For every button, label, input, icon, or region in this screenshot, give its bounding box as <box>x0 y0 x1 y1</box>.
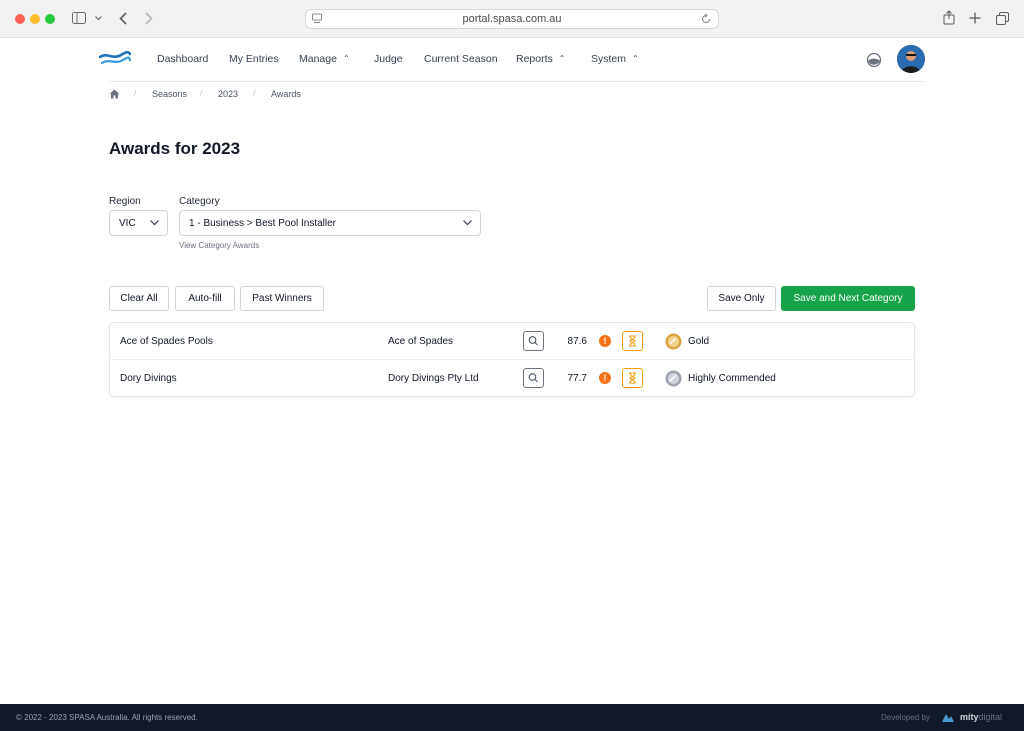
category-select[interactable]: 1 - Business > Best Pool Installer <box>179 210 481 236</box>
footer-developed-by: Developed by <box>881 713 930 722</box>
breadcrumb-separator: / <box>134 88 137 98</box>
pending-judging-button[interactable] <box>622 368 643 388</box>
spasa-logo-icon[interactable] <box>99 51 131 67</box>
award-level[interactable]: Highly Commended <box>688 373 776 384</box>
hourglass-icon <box>629 335 636 347</box>
clear-all-button[interactable]: Clear All <box>109 286 169 311</box>
breadcrumb-separator: / <box>253 88 256 98</box>
minimize-window-button[interactable] <box>30 14 40 24</box>
view-entry-button[interactable] <box>523 368 544 388</box>
warning-icon[interactable]: ! <box>599 372 611 384</box>
share-icon[interactable] <box>943 10 955 25</box>
breadcrumb-awards: Awards <box>271 89 301 99</box>
pending-judging-button[interactable] <box>622 331 643 351</box>
browser-toolbar: portal.spasa.com.au <box>0 0 1024 38</box>
save-only-button[interactable]: Save Only <box>707 286 776 311</box>
view-category-awards-link[interactable]: View Category Awards <box>179 241 259 250</box>
sidebar-toggle-icon[interactable] <box>72 12 86 24</box>
brand-sub: digital <box>978 712 1003 722</box>
breadcrumb-separator: / <box>200 88 203 98</box>
entry-company: Dory Divings Pty Ltd <box>388 373 479 384</box>
view-entry-button[interactable] <box>523 331 544 351</box>
nav-system-label: System <box>591 53 627 65</box>
awards-table: Ace of Spades Pools Ace of Spades 87.6 !… <box>109 322 915 397</box>
nav-current-season[interactable]: Current Season <box>424 53 498 65</box>
footer-brand[interactable]: mitydigital <box>960 712 1002 722</box>
auto-fill-button[interactable]: Auto-fill <box>175 286 235 311</box>
save-and-next-category-button[interactable]: Save and Next Category <box>781 286 915 311</box>
table-row: Dory Divings Dory Divings Pty Ltd 77.7 !… <box>110 360 914 397</box>
nav-my-entries[interactable]: My Entries <box>229 53 279 65</box>
entry-name: Dory Divings <box>120 373 177 384</box>
chevron-up-icon: ⌃ <box>558 54 566 63</box>
theme-toggle-icon[interactable] <box>866 52 882 68</box>
new-tab-icon[interactable] <box>969 12 981 24</box>
nav-manage[interactable]: Manage ⌃ <box>299 53 350 65</box>
region-select[interactable]: VIC <box>109 210 168 236</box>
main-navigation: Dashboard My Entries Manage ⌃ Judge Curre… <box>0 38 1024 82</box>
region-value: VIC <box>119 218 136 229</box>
address-bar[interactable]: portal.spasa.com.au <box>305 9 719 29</box>
award-level[interactable]: Gold <box>688 336 709 347</box>
entry-score: 87.6 <box>567 336 587 347</box>
region-label: Region <box>109 196 141 207</box>
page-title: Awards for 2023 <box>109 139 241 158</box>
tab-overview-icon[interactable] <box>996 12 1009 25</box>
back-icon[interactable] <box>119 12 127 25</box>
past-winners-button[interactable]: Past Winners <box>240 286 324 311</box>
user-avatar[interactable] <box>897 45 925 73</box>
search-icon <box>528 373 538 383</box>
url-text: portal.spasa.com.au <box>462 13 562 25</box>
search-icon <box>528 336 538 346</box>
breadcrumb-2023[interactable]: 2023 <box>218 89 238 99</box>
breadcrumb-seasons[interactable]: Seasons <box>152 89 187 99</box>
nav-system[interactable]: System ⌃ <box>591 53 639 65</box>
home-icon[interactable] <box>109 89 120 99</box>
entry-name: Ace of Spades Pools <box>120 336 213 347</box>
nav-manage-label: Manage <box>299 53 337 65</box>
forward-icon[interactable] <box>145 12 153 25</box>
zoom-window-button[interactable] <box>45 14 55 24</box>
nav-judge[interactable]: Judge <box>374 53 403 65</box>
category-label: Category <box>179 196 220 207</box>
warning-icon[interactable]: ! <box>599 335 611 347</box>
footer: © 2022 - 2023 SPASA Australia. All right… <box>0 704 1024 731</box>
nav-dashboard[interactable]: Dashboard <box>157 53 208 65</box>
chevron-down-icon <box>150 220 159 226</box>
nav-reports[interactable]: Reports ⌃ <box>516 53 565 65</box>
chevron-up-icon: ⌃ <box>632 54 639 63</box>
footer-copyright: © 2022 - 2023 SPASA Australia. All right… <box>16 713 198 722</box>
chevron-down-icon <box>463 220 472 226</box>
nav-reports-label: Reports <box>516 53 553 65</box>
close-window-button[interactable] <box>15 14 25 24</box>
table-row: Ace of Spades Pools Ace of Spades 87.6 !… <box>110 323 914 360</box>
reload-icon[interactable] <box>700 13 712 25</box>
mity-digital-logo-icon[interactable] <box>942 712 954 722</box>
hourglass-icon <box>629 372 636 384</box>
brand-main: mity <box>960 712 979 722</box>
chevron-up-icon: ⌃ <box>342 54 350 63</box>
entry-score: 77.7 <box>567 373 587 384</box>
entry-company: Ace of Spades <box>388 336 454 347</box>
category-value: 1 - Business > Best Pool Installer <box>189 218 337 229</box>
chevron-down-icon[interactable] <box>95 16 102 21</box>
gold-medal-icon <box>665 333 682 350</box>
silver-medal-icon <box>665 370 682 387</box>
